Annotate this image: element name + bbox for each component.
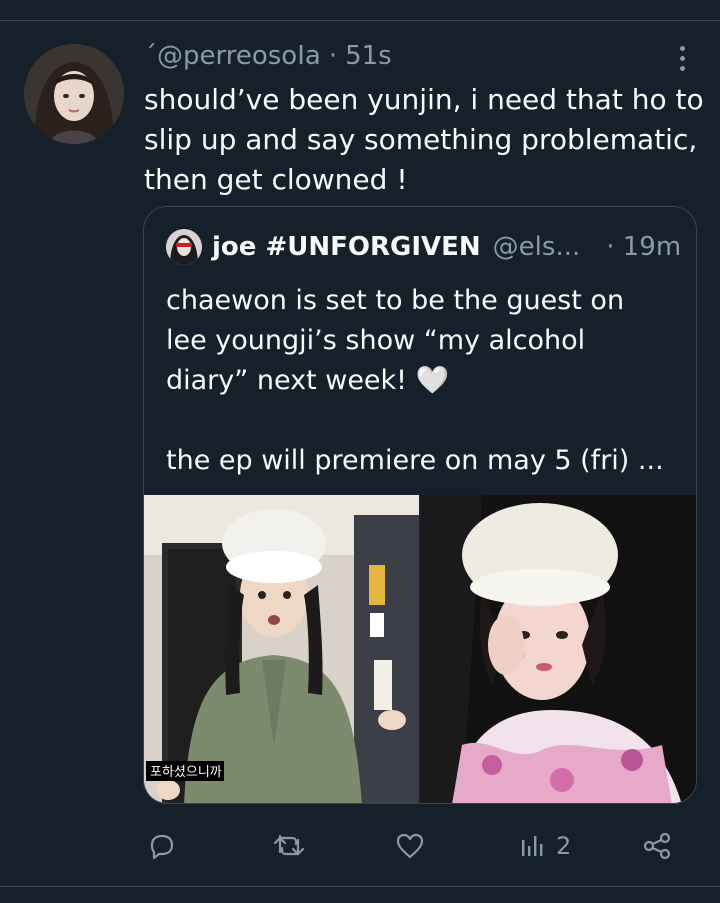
more-horizontal-icon[interactable] xyxy=(672,42,692,74)
views-icon xyxy=(522,836,543,856)
share-icon xyxy=(643,832,671,860)
views-count: 2 xyxy=(556,832,572,860)
retweet-button[interactable] xyxy=(272,826,306,866)
reply-icon xyxy=(150,834,174,860)
tweet-header: ˊ@perreosoIa · 51s xyxy=(144,38,392,74)
tweet-text-line: slip up and say something problematic, xyxy=(144,123,698,156)
views-button[interactable]: 2 xyxy=(518,826,571,866)
quoted-text-line: chaewon is set to be the guest on xyxy=(166,285,625,316)
bottom-divider xyxy=(0,886,720,887)
tweet-time[interactable]: 51s xyxy=(345,41,392,71)
retweet-icon xyxy=(273,834,305,856)
quoted-author-handle[interactable]: @els... xyxy=(493,232,581,262)
tweet-text: should’ve been yunjin, i need that ho to… xyxy=(144,80,704,200)
tweet-text-line: then get clowned ! xyxy=(144,163,408,196)
quoted-text-line xyxy=(166,401,686,441)
share-button[interactable] xyxy=(640,826,674,866)
quoted-media: 포하셨으니까 xyxy=(144,495,696,803)
quoted-tweet-separator: · 19m xyxy=(606,232,682,262)
top-divider xyxy=(0,20,720,21)
quoted-tweet-card[interactable]: joe #UNFORGIVEN @els... · 19m chaewon is… xyxy=(143,206,697,804)
quoted-author-avatar xyxy=(166,229,202,265)
quoted-author-name[interactable]: joe #UNFORGIVEN xyxy=(212,232,481,262)
header-separator: · xyxy=(328,41,338,71)
author-handle[interactable]: ˊ@perreosoIa xyxy=(144,41,321,71)
tweet-actions: 2 xyxy=(0,826,720,866)
media-photo-right[interactable] xyxy=(422,495,696,803)
quoted-tweet-header: joe #UNFORGIVEN @els... · 19m xyxy=(166,227,686,267)
author-avatar[interactable] xyxy=(24,44,124,144)
heart-icon xyxy=(396,833,424,859)
media-photo-left[interactable]: 포하셨으니까 xyxy=(144,495,419,803)
like-button[interactable] xyxy=(394,826,426,866)
quoted-tweet-text: chaewon is set to be the guest on lee yo… xyxy=(166,281,686,481)
media-caption: 포하셨으니까 xyxy=(150,765,222,780)
handle-prefix: ˊ xyxy=(144,41,157,71)
quoted-text-line: diary” next week! 🤍 xyxy=(166,365,450,396)
quoted-tweet-time: 19m xyxy=(622,232,682,262)
tweet-text-line: should’ve been yunjin, i need that ho to xyxy=(144,83,704,116)
reply-button[interactable] xyxy=(146,826,178,866)
handle-text: @perreosoIa xyxy=(157,41,321,71)
quoted-text-line: the ep will premiere on may 5 (fri) ... xyxy=(166,445,664,476)
quoted-text-line: lee youngji’s show “my alcohol xyxy=(166,325,586,356)
